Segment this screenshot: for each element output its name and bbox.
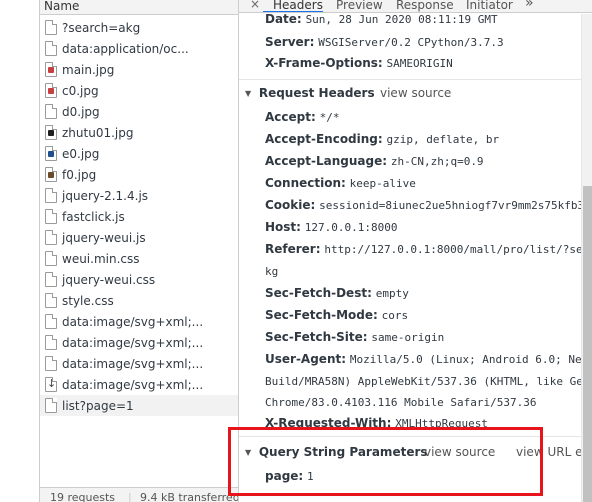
request-header-sec-fetch-mode: Sec-Fetch-Mode: cors xyxy=(265,308,409,322)
response-header-date: Date: Sun, 28 Jun 2020 08:11:19 GMT xyxy=(265,14,498,26)
doc-icon xyxy=(45,314,57,329)
request-row[interactable]: data:image/svg+xml;... xyxy=(40,311,238,332)
request-header-host: Host: 127.0.0.1:8000 xyxy=(265,220,398,234)
tab-initiator[interactable]: Initiator xyxy=(466,0,513,12)
doc-icon xyxy=(45,356,57,371)
name-column-label: Name xyxy=(44,0,80,13)
request-row[interactable]: ?search=akg xyxy=(40,17,238,38)
request-row[interactable]: jquery-weui.js xyxy=(40,227,238,248)
request-count: 19 requests xyxy=(50,491,116,502)
doc-icon xyxy=(45,20,57,35)
request-row[interactable]: list?page=1 xyxy=(40,395,238,416)
more-tabs-icon[interactable]: » xyxy=(525,0,534,11)
doc-icon xyxy=(45,398,57,413)
doc-icon xyxy=(45,272,57,287)
request-row[interactable]: d0.jpg xyxy=(40,101,238,122)
request-row[interactable]: main.jpg xyxy=(40,59,238,80)
request-name: d0.jpg xyxy=(62,104,100,119)
doc-icon xyxy=(45,188,57,203)
download-icon xyxy=(45,377,57,392)
request-name: e0.jpg xyxy=(62,146,100,161)
scrollbar-thumb[interactable] xyxy=(583,186,592,502)
request-header-user-agent-cont: Build/MRA58N) AppleWebKit/537.36 (KHTML,… xyxy=(265,375,581,388)
request-header-sec-fetch-dest: Sec-Fetch-Dest: empty xyxy=(265,286,409,300)
request-name: style.css xyxy=(62,293,114,308)
doc-icon xyxy=(45,41,57,56)
doc-icon xyxy=(45,251,57,266)
request-header-user-agent: User-Agent: Mozilla/5.0 (Linux; Android … xyxy=(265,352,581,366)
active-tab-indicator xyxy=(263,11,323,12)
doc-icon xyxy=(45,104,57,119)
request-header-accept-language: Accept-Language: zh-CN,zh;q=0.9 xyxy=(265,154,484,168)
image-icon xyxy=(45,167,57,182)
request-row[interactable]: data:image/svg+xml;... xyxy=(40,332,238,353)
request-name: jquery-weui.css xyxy=(62,272,156,287)
status-divider: | xyxy=(128,491,132,502)
request-name: fastclick.js xyxy=(62,209,125,224)
request-list: ?search=akg data:application/oc... main.jp… xyxy=(40,17,238,416)
request-name: main.jpg xyxy=(62,62,115,77)
request-list-panel: Name ?search=akg data:application/oc... ma… xyxy=(0,0,238,502)
request-headers-section[interactable]: ▼ Request Headers view source xyxy=(245,86,575,102)
request-row[interactable]: jquery-2.1.4.js xyxy=(40,185,238,206)
request-name: c0.jpg xyxy=(62,83,99,98)
doc-icon xyxy=(45,335,57,350)
image-icon xyxy=(45,125,57,140)
request-name: jquery-2.1.4.js xyxy=(62,188,149,203)
request-name: list?page=1 xyxy=(62,398,134,413)
request-row[interactable]: zhutu01.jpg xyxy=(40,122,238,143)
request-name: data:image/svg+xml;... xyxy=(62,377,204,392)
request-headers-title: Request Headers xyxy=(258,86,375,100)
request-name: data:application/oc... xyxy=(62,41,189,56)
request-header-accept-encoding: Accept-Encoding: gzip, deflate, br xyxy=(265,132,500,146)
request-name: jquery-weui.js xyxy=(62,230,146,245)
highlight-box xyxy=(228,427,543,496)
request-row[interactable]: e0.jpg xyxy=(40,143,238,164)
request-row[interactable]: weui.min.css xyxy=(40,248,238,269)
request-header-cookie: Cookie: sessionid=8iunec2ue5hniogf7vr9mm… xyxy=(265,198,581,212)
request-header-user-agent-cont2: Chrome/83.0.4103.116 Mobile Safari/537.3… xyxy=(265,396,537,409)
doc-icon xyxy=(45,230,57,245)
network-status-bar: 19 requests | 9.4 kB transferred xyxy=(40,487,238,502)
section-divider xyxy=(239,79,581,80)
details-scrollbar[interactable] xyxy=(581,14,592,502)
request-name: data:image/svg+xml;... xyxy=(62,314,204,329)
request-row[interactable]: c0.jpg xyxy=(40,80,238,101)
doc-icon xyxy=(45,293,57,308)
image-icon xyxy=(45,62,57,77)
request-headers-view-source-link[interactable]: view source xyxy=(380,86,451,100)
response-header-x-frame-options: X-Frame-Options: SAMEORIGIN xyxy=(265,56,453,70)
request-header-connection: Connection: keep-alive xyxy=(265,176,416,190)
request-name: zhutu01.jpg xyxy=(62,125,134,140)
transferred-size: 9.4 kB transferred xyxy=(140,491,238,502)
response-header-server: Server: WSGIServer/0.2 CPython/3.7.3 xyxy=(265,35,504,49)
request-header-referer-cont: kg xyxy=(265,265,279,278)
request-name: data:image/svg+xml;... xyxy=(62,335,204,350)
request-row[interactable]: style.css xyxy=(40,290,238,311)
waterfall-gutter xyxy=(0,0,40,502)
request-row[interactable]: jquery-weui.css xyxy=(40,269,238,290)
details-tabbar: × Headers Preview Response Initiator » xyxy=(239,0,592,13)
request-row[interactable]: f0.jpg xyxy=(40,164,238,185)
name-column-header[interactable]: Name xyxy=(40,0,238,15)
doc-icon xyxy=(45,209,57,224)
request-header-sec-fetch-site: Sec-Fetch-Site: same-origin xyxy=(265,330,445,344)
request-header-accept: Accept: */* xyxy=(265,110,340,124)
collapse-triangle-icon[interactable]: ▼ xyxy=(245,89,255,98)
request-row[interactable]: fastclick.js xyxy=(40,206,238,227)
request-row[interactable]: data:image/svg+xml;... xyxy=(40,374,238,395)
request-row[interactable]: data:image/svg+xml;... xyxy=(40,353,238,374)
request-name: data:image/svg+xml;... xyxy=(62,356,204,371)
request-name: weui.min.css xyxy=(62,251,140,266)
request-name: ?search=akg xyxy=(62,20,141,35)
close-icon[interactable]: × xyxy=(250,0,260,11)
request-row[interactable]: data:application/oc... xyxy=(40,38,238,59)
tab-preview[interactable]: Preview xyxy=(336,0,383,12)
request-name: f0.jpg xyxy=(62,167,97,182)
image-icon xyxy=(45,146,57,161)
request-header-referer: Referer: http://127.0.0.1:8000/mall/pro/… xyxy=(265,242,581,256)
tab-response[interactable]: Response xyxy=(396,0,454,12)
image-icon xyxy=(45,83,57,98)
